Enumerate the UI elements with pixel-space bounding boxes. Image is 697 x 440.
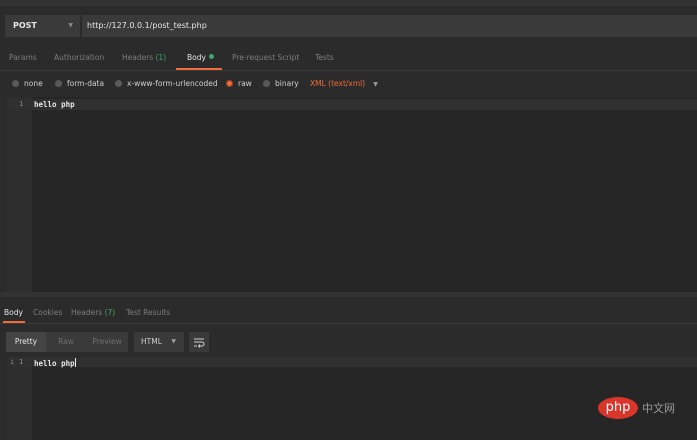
- radio-raw[interactable]: raw: [226, 79, 252, 88]
- radio-selected-icon: [226, 80, 233, 87]
- tab-label: Headers: [71, 308, 103, 317]
- tab-label: Test Results: [126, 308, 171, 317]
- radio-form-data[interactable]: form-data: [55, 79, 104, 88]
- response-body-viewer[interactable]: i 1 hello php: [7, 357, 697, 440]
- content-type-select[interactable]: XML (text/xml) ▼: [310, 79, 378, 88]
- chevron-down-icon: ▼: [171, 338, 176, 345]
- tab-authorization[interactable]: Authorization: [54, 53, 104, 62]
- url-text: http://127.0.0.1/post_test.php: [87, 21, 207, 30]
- wrap-lines-button[interactable]: [189, 332, 209, 352]
- code-text: hello php: [34, 359, 75, 368]
- radio-icon: [12, 80, 19, 87]
- status-dot-icon: [208, 54, 214, 59]
- tab-label: Body: [187, 53, 206, 62]
- tab-label: Tests: [315, 53, 334, 62]
- format-select[interactable]: HTML ▼: [134, 332, 184, 352]
- radio-none[interactable]: none: [12, 79, 43, 88]
- tab-label: Headers: [122, 53, 154, 62]
- tab-label: Cookies: [33, 308, 63, 317]
- content-type-label: XML (text/xml): [310, 79, 366, 88]
- headers-count: (7): [104, 308, 116, 317]
- radio-label: none: [24, 79, 43, 88]
- radio-x-www-form-urlencoded[interactable]: x-www-form-urlencoded: [115, 79, 218, 88]
- php-logo: php: [598, 397, 638, 419]
- body-type-options: none form-data x-www-form-urlencoded raw…: [0, 73, 697, 95]
- chevron-down-icon: ▼: [68, 22, 73, 29]
- tab-headers[interactable]: Headers (1): [122, 53, 166, 62]
- raw-button[interactable]: Raw: [46, 332, 86, 352]
- line-number: 1: [19, 100, 24, 108]
- divider: [0, 323, 697, 324]
- watermark-logo: php 中文网: [598, 395, 693, 423]
- tab-label: Params: [9, 53, 37, 62]
- view-mode-group: Pretty Raw Preview: [6, 332, 128, 352]
- line-gutter: [7, 97, 32, 292]
- radio-label: form-data: [67, 79, 105, 88]
- code-line: hello php: [34, 100, 75, 109]
- url-input[interactable]: http://127.0.0.1/post_test.php: [82, 15, 697, 37]
- divider: [0, 70, 697, 71]
- active-line-highlight: [7, 99, 697, 110]
- line-number: 1: [19, 358, 24, 366]
- wrap-icon: [194, 338, 205, 348]
- radio-label: x-www-form-urlencoded: [127, 79, 218, 88]
- method-label: POST: [13, 21, 37, 30]
- radio-binary[interactable]: binary: [263, 79, 299, 88]
- format-label: HTML: [141, 337, 162, 346]
- active-line-highlight: [7, 357, 697, 367]
- code-line: hello php: [34, 358, 76, 368]
- tab-pre-request-script[interactable]: Pre-request Script: [232, 53, 299, 62]
- fold-marker-icon[interactable]: i: [10, 358, 14, 366]
- pretty-button[interactable]: Pretty: [6, 332, 46, 352]
- line-gutter: [7, 357, 32, 440]
- method-select[interactable]: POST ▼: [5, 15, 80, 37]
- tab-label: Authorization: [54, 53, 105, 62]
- response-view-toolbar: Pretty Raw Preview HTML ▼: [0, 326, 697, 356]
- radio-label: binary: [275, 79, 299, 88]
- request-body-editor[interactable]: 1 hello php: [7, 97, 697, 292]
- tab-response-headers[interactable]: Headers (7): [71, 308, 115, 317]
- text-cursor: [74, 358, 76, 367]
- tab-tests[interactable]: Tests: [315, 53, 334, 62]
- request-bar: POST ▼ http://127.0.0.1/post_test.php: [0, 6, 697, 46]
- request-tabs: Params Authorization Headers (1) Body Pr…: [0, 48, 697, 70]
- radio-icon: [55, 80, 62, 87]
- preview-button[interactable]: Preview: [86, 332, 128, 352]
- watermark-text: 中文网: [642, 402, 675, 415]
- headers-count: (1): [155, 53, 167, 62]
- radio-icon: [263, 80, 270, 87]
- chevron-down-icon: ▼: [373, 81, 378, 88]
- tab-label: Pre-request Script: [232, 53, 300, 62]
- tab-params[interactable]: Params: [9, 53, 37, 62]
- pane-splitter[interactable]: [0, 292, 697, 297]
- radio-icon: [115, 80, 122, 87]
- radio-label: raw: [238, 79, 252, 88]
- tab-label: Body: [4, 308, 23, 317]
- tab-test-results[interactable]: Test Results: [126, 308, 170, 317]
- tab-body[interactable]: Body: [187, 53, 214, 62]
- tab-cookies[interactable]: Cookies: [33, 308, 62, 317]
- tab-response-body[interactable]: Body: [4, 308, 23, 317]
- response-tabs: Body Cookies Headers (7) Test Results: [0, 303, 697, 323]
